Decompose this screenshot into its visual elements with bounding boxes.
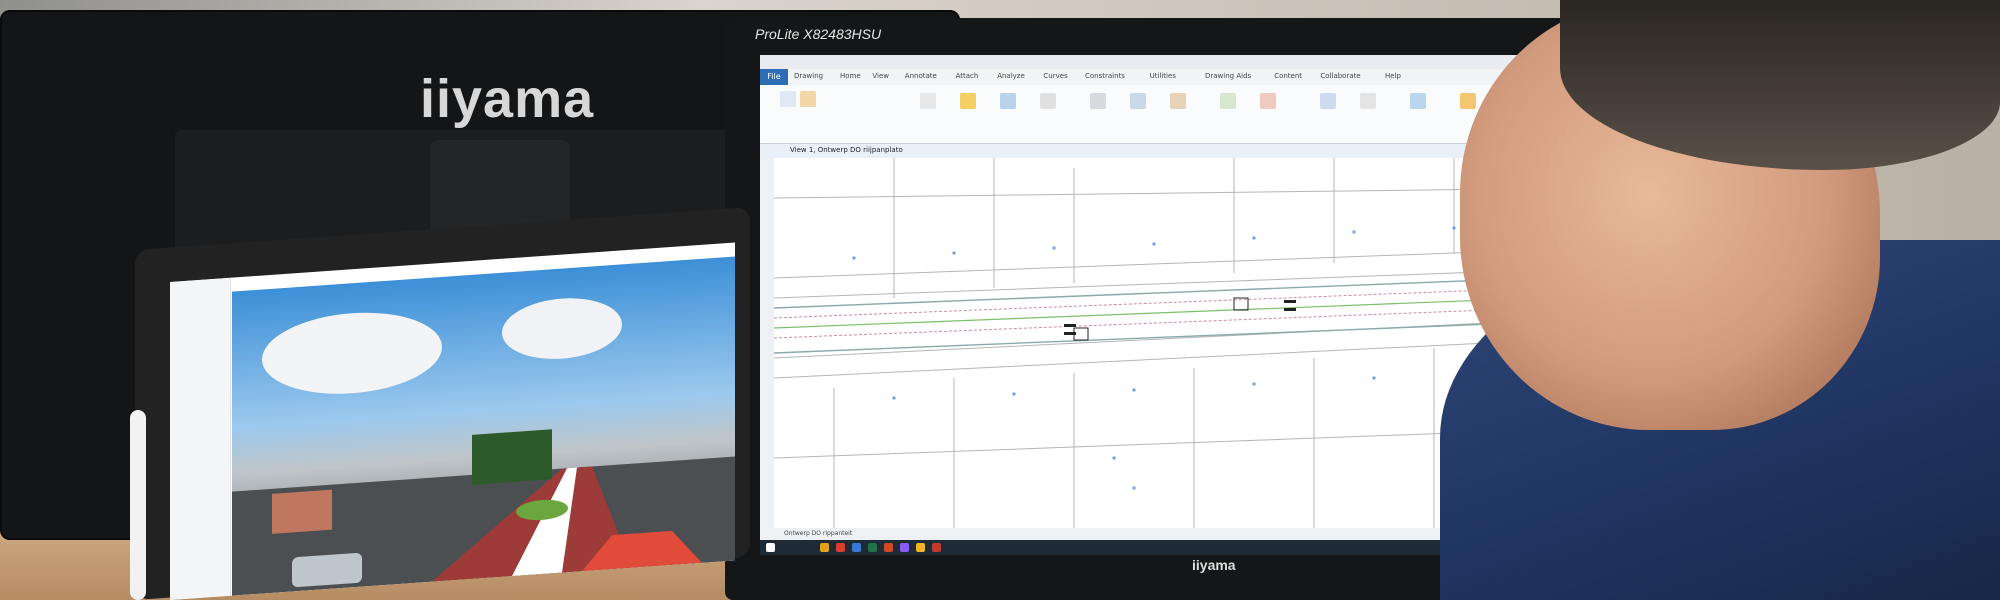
app-title-bar	[760, 55, 1590, 69]
word-icon[interactable]	[852, 543, 861, 552]
ribbon-toolbar	[760, 85, 1590, 144]
tablet-street-view-app	[170, 242, 735, 600]
ribbon-tab-collaborate[interactable]: Collaborate	[1320, 72, 1360, 80]
main-monitor-brand: iiyama	[1192, 557, 1236, 573]
file-tab[interactable]: File	[760, 69, 788, 85]
ribbon-tab-utilities[interactable]: Utilities	[1150, 72, 1176, 80]
ribbon-tab-content[interactable]: Content	[1274, 72, 1302, 80]
ribbon-button[interactable]	[1320, 93, 1336, 109]
street-scene	[232, 298, 735, 596]
street-panorama-image[interactable]	[232, 256, 735, 596]
start-icon[interactable]	[766, 543, 775, 552]
ribbon-button[interactable]	[780, 91, 796, 107]
ribbon-button[interactable]	[1260, 93, 1276, 109]
ribbon-button[interactable]	[1130, 93, 1146, 109]
drawing-tab[interactable]: Ontwerp DO rippanteit	[784, 530, 852, 537]
tab-drawing[interactable]: Drawing	[788, 72, 823, 80]
acrobat-icon[interactable]	[932, 543, 941, 552]
teams-icon[interactable]	[900, 543, 909, 552]
stylus-pen	[130, 410, 146, 600]
app-icon[interactable]	[916, 543, 925, 552]
ribbon-tab-annotate[interactable]: Annotate	[905, 72, 937, 80]
ribbon-tab-curves[interactable]: Curves	[1043, 72, 1067, 80]
tablet-sidebar[interactable]	[170, 277, 231, 600]
ribbon-tab-attach[interactable]: Attach	[956, 72, 979, 80]
ribbon-button[interactable]	[1040, 93, 1056, 109]
left-tool-strip[interactable]	[760, 158, 775, 528]
ribbon-button[interactable]	[920, 93, 936, 109]
excel-icon[interactable]	[868, 543, 877, 552]
ribbon-button[interactable]	[1220, 93, 1236, 109]
ribbon-button[interactable]	[1000, 93, 1016, 109]
powerpoint-icon[interactable]	[884, 543, 893, 552]
ribbon-button[interactable]	[800, 91, 816, 107]
ribbon-tab-constraints[interactable]: Constraints	[1085, 72, 1125, 80]
view-title: View 1, Ontwerp DO riijpanplato	[790, 146, 903, 154]
ribbon-button[interactable]	[960, 93, 976, 109]
ribbon-button[interactable]	[1460, 93, 1476, 109]
ribbon-button[interactable]	[1360, 93, 1376, 109]
browser-icon[interactable]	[836, 543, 845, 552]
main-monitor-model: ProLite X82483HSU	[755, 26, 882, 42]
back-monitor-brand: iiyama	[420, 69, 595, 129]
ribbon-button[interactable]	[1170, 93, 1186, 109]
ribbon-tab-view[interactable]: View	[872, 72, 889, 80]
file-explorer-icon[interactable]	[820, 543, 829, 552]
ribbon-tab-strip: Drawing Home View Annotate Attach Analyze Cur…	[760, 69, 1590, 85]
ribbon-button[interactable]	[1410, 93, 1426, 109]
ribbon-button[interactable]	[1090, 93, 1106, 109]
ribbon-tab-drawing-aids[interactable]: Drawing Aids	[1205, 72, 1251, 80]
ribbon-tab-help[interactable]: Help	[1385, 72, 1401, 80]
ribbon-tab-home[interactable]: Home	[840, 72, 861, 80]
ribbon-tab-analyze[interactable]: Analyze	[997, 72, 1025, 80]
